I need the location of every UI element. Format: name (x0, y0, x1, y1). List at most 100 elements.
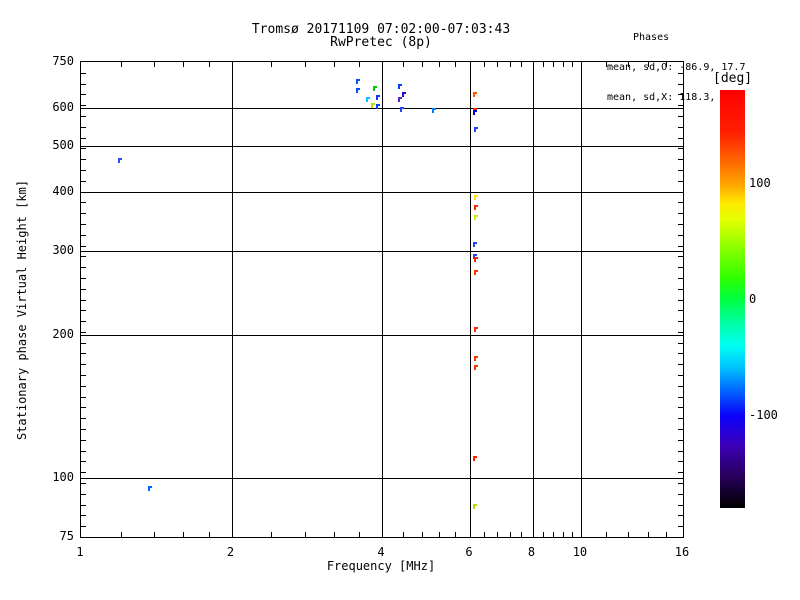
y-minor-tick (81, 246, 86, 247)
colorbar-gradient (720, 90, 745, 508)
y-minor-tick (678, 429, 683, 430)
y-minor-tick (81, 386, 86, 387)
y-minor-tick (81, 483, 86, 484)
y-tick-label: 100 (38, 471, 74, 483)
data-point (474, 257, 478, 262)
x-tick-label: 6 (449, 545, 489, 559)
phase-stats-header: Phases (633, 33, 745, 43)
y-minor-tick (678, 364, 683, 365)
x-minor-tick (183, 532, 184, 537)
y-minor-tick (81, 235, 86, 236)
y-minor-tick (81, 73, 86, 74)
y-minor-tick (81, 310, 86, 311)
data-point (356, 79, 360, 84)
gridline-horizontal (81, 335, 683, 336)
data-point (118, 158, 122, 163)
x-minor-tick (628, 532, 629, 537)
y-minor-tick (81, 407, 86, 408)
data-point (474, 205, 478, 210)
gridline-vertical (232, 62, 233, 537)
y-minor-tick (81, 321, 86, 322)
y-tick-label: 600 (38, 101, 74, 113)
x-tick-label: 8 (512, 545, 552, 559)
colorbar-tick-label: 100 (749, 177, 771, 189)
ionogram-screen: Tromsø 20171109 07:02:00-07:03:43 RwPret… (0, 0, 800, 600)
y-minor-tick (678, 321, 683, 322)
y-minor-tick (81, 418, 86, 419)
data-point (473, 110, 477, 115)
data-point (376, 95, 380, 100)
data-point (376, 104, 380, 109)
y-tick-label: 200 (38, 328, 74, 340)
x-tick-label: 4 (361, 545, 401, 559)
y-tick-label: 500 (38, 139, 74, 151)
data-point (371, 103, 375, 108)
x-minor-tick (455, 532, 456, 537)
y-tick-label: 400 (38, 185, 74, 197)
x-minor-tick (648, 62, 649, 67)
x-minor-tick (628, 62, 629, 67)
y-minor-tick (678, 192, 683, 193)
y-minor-tick (678, 526, 683, 527)
gridline-horizontal (81, 478, 683, 479)
y-minor-tick (81, 170, 86, 171)
data-point (474, 127, 478, 132)
x-minor-tick (422, 62, 423, 67)
data-point (474, 270, 478, 275)
y-minor-tick (81, 343, 86, 344)
x-minor-tick (209, 532, 210, 537)
data-point (356, 88, 360, 93)
chart-subtitle: RwPretec (8p) (80, 35, 682, 50)
y-minor-tick (81, 105, 86, 106)
gridline-horizontal (81, 108, 683, 109)
y-minor-tick (678, 235, 683, 236)
x-minor-tick (484, 62, 485, 67)
x-minor-tick (439, 532, 440, 537)
x-minor-tick (510, 62, 511, 67)
y-minor-tick (678, 310, 683, 311)
y-minor-tick (81, 289, 86, 290)
y-minor-tick (81, 440, 86, 441)
x-minor-tick (359, 62, 360, 67)
y-minor-tick (81, 278, 86, 279)
x-axis-label: Frequency [MHz] (80, 559, 682, 573)
gridline-vertical (470, 62, 471, 537)
y-minor-tick (678, 138, 683, 139)
y-minor-tick (678, 451, 683, 452)
y-minor-tick (678, 127, 683, 128)
data-point (474, 327, 478, 332)
y-minor-tick (81, 515, 86, 516)
x-minor-tick (497, 532, 498, 537)
y-minor-tick (81, 451, 86, 452)
data-point (473, 92, 477, 97)
x-minor-tick (606, 62, 607, 67)
data-point (473, 504, 477, 509)
x-minor-tick (439, 62, 440, 67)
y-minor-tick (81, 494, 86, 495)
y-minor-tick (678, 116, 683, 117)
gridline-horizontal (81, 192, 683, 193)
x-minor-tick (121, 532, 122, 537)
x-tick-label: 1 (60, 545, 100, 559)
y-minor-tick (678, 332, 683, 333)
y-minor-tick (678, 159, 683, 160)
y-minor-tick (81, 256, 86, 257)
x-minor-tick (572, 532, 573, 537)
x-minor-tick (606, 532, 607, 537)
y-minor-tick (678, 407, 683, 408)
y-minor-tick (81, 224, 86, 225)
y-minor-tick (81, 429, 86, 430)
y-minor-tick (81, 505, 86, 506)
y-minor-tick (678, 386, 683, 387)
data-point (373, 86, 377, 91)
y-minor-tick (81, 267, 86, 268)
y-minor-tick (678, 256, 683, 257)
data-point (148, 486, 152, 491)
x-minor-tick (510, 532, 511, 537)
y-minor-tick (678, 289, 683, 290)
x-minor-tick (543, 62, 544, 67)
x-minor-tick (154, 62, 155, 67)
y-minor-tick (81, 192, 86, 193)
y-tick-label: 300 (38, 244, 74, 256)
x-minor-tick (121, 62, 122, 67)
